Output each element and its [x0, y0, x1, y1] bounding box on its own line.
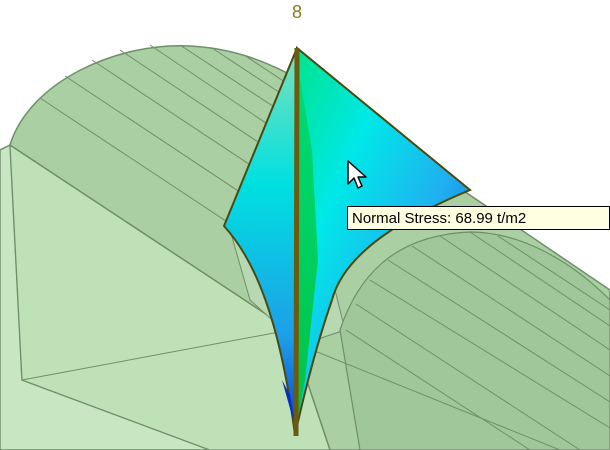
arrow-cursor-icon	[347, 160, 369, 197]
3d-viewport[interactable]: 8 Normal Stress: 68.99 t/m2	[0, 0, 610, 450]
node-number-label: 8	[291, 2, 302, 22]
tooltip-text: Normal Stress: 68.99 t/m2	[352, 210, 527, 227]
stress-tooltip: Normal Stress: 68.99 t/m2	[347, 206, 610, 230]
beam-element[interactable]	[293, 47, 300, 437]
